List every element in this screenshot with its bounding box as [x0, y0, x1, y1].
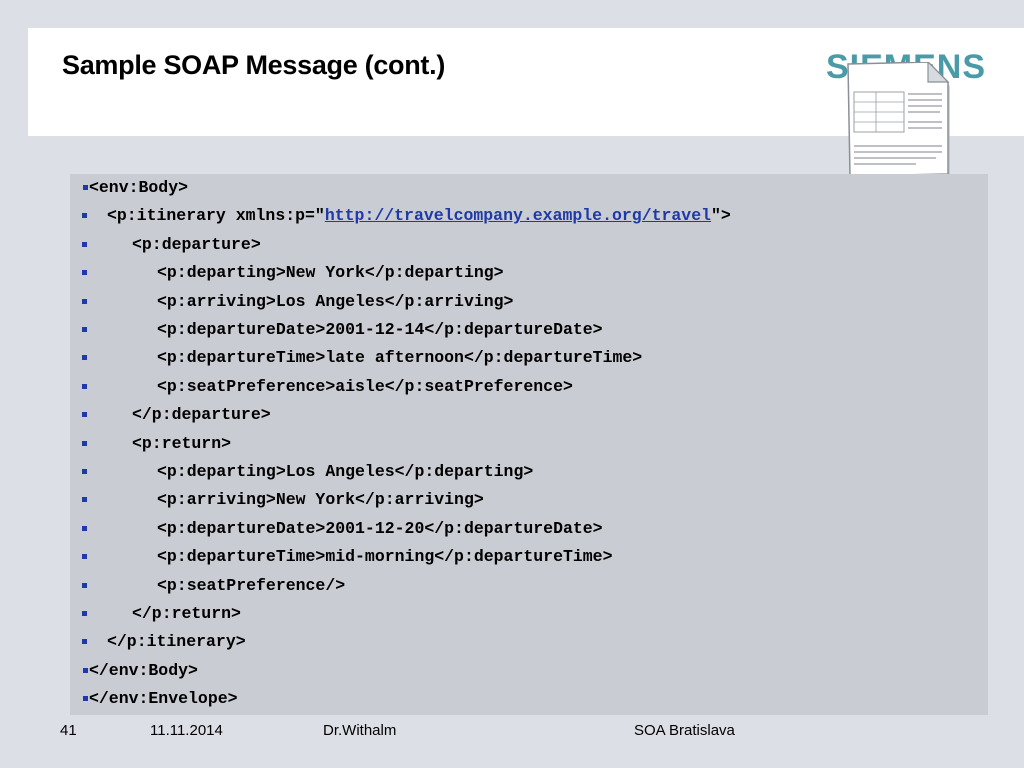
code-line-text: <p:departureDate>2001-12-20</p:departure… — [157, 518, 603, 538]
code-line: <p:departureDate>2001-12-14</p:departure… — [0, 316, 1024, 344]
code-line-text: <p:itinerary xmlns:p="http://travelcompa… — [107, 202, 731, 230]
code-line: </env:Envelope> — [0, 685, 1024, 713]
bullet-icon — [82, 469, 87, 474]
document-icon — [847, 62, 950, 180]
code-text-prefix: <p:itinerary xmlns:p=" — [107, 206, 325, 226]
bullet-icon — [82, 213, 87, 219]
code-line-text: <p:departure> — [132, 234, 261, 254]
code-line-text: <p:departureDate>2001-12-14</p:departure… — [157, 320, 603, 339]
code-line-text: <p:departureTime>mid-morning</p:departur… — [157, 547, 613, 567]
footer-date: 11.11.2014 — [150, 722, 223, 739]
bullet-icon — [82, 639, 87, 645]
code-line: <p:arriving>Los Angeles</p:arriving> — [0, 288, 1024, 316]
code-line: <p:departure> — [0, 231, 1024, 259]
code-line-text: </env:Body> — [89, 660, 198, 680]
code-line: <p:seatPreference>aisle</p:seatPreferenc… — [0, 373, 1024, 401]
bullet-icon — [82, 412, 87, 418]
bullet-icon — [82, 554, 87, 560]
code-line-text: <p:departing>New York</p:departing> — [157, 263, 504, 283]
code-line-text: </p:departure> — [132, 405, 271, 425]
code-text-suffix: "> — [711, 206, 731, 226]
bullet-icon — [82, 440, 87, 446]
bullet-icon — [82, 497, 87, 503]
bullet-icon — [82, 241, 87, 247]
code-line-text: <p:seatPreference/> — [157, 575, 346, 595]
bullet-icon — [82, 327, 87, 332]
page-number: 41 — [60, 722, 77, 739]
footer-author: Dr.Withalm — [323, 722, 397, 739]
code-line-text: <env:Body> — [89, 178, 189, 197]
code-line: <p:departing>New York</p:departing> — [0, 259, 1024, 287]
code-line: <env:Body> — [0, 174, 1024, 202]
code-line-text: <p:departureTime>late afternoon</p:depar… — [157, 348, 643, 368]
namespace-link[interactable]: http://travelcompany.example.org/travel — [325, 206, 711, 225]
bullet-icon — [82, 383, 87, 389]
code-line-text: <p:arriving>Los Angeles</p:arriving> — [157, 291, 514, 311]
code-line: <p:return> — [0, 430, 1024, 458]
code-line: <p:departureTime>late afternoon</p:depar… — [0, 344, 1024, 372]
bullet-icon — [83, 696, 88, 702]
code-line: </p:itinerary> — [0, 628, 1024, 656]
code-line-text: </p:itinerary> — [107, 632, 246, 652]
code-line: </env:Body> — [0, 657, 1024, 685]
code-line: <p:departureDate>2001-12-20</p:departure… — [0, 515, 1024, 543]
bullet-icon — [82, 298, 87, 304]
bullet-icon — [82, 611, 87, 616]
code-line-text: <p:return> — [132, 433, 232, 453]
code-line-text: <p:seatPreference>aisle</p:seatPreferenc… — [157, 376, 573, 396]
code-line: </p:departure> — [0, 401, 1024, 429]
bullet-icon — [82, 525, 87, 531]
bullet-icon — [83, 185, 88, 190]
code-line-text: <p:arriving>New York</p:arriving> — [157, 490, 484, 510]
code-line-text: </env:Envelope> — [89, 689, 238, 709]
code-line: <p:seatPreference/> — [0, 572, 1024, 600]
code-line: <p:departureTime>mid-morning</p:departur… — [0, 543, 1024, 571]
bullet-icon — [82, 270, 87, 276]
bullet-icon — [82, 355, 87, 361]
code-line: <p:itinerary xmlns:p="http://travelcompa… — [0, 202, 1024, 230]
slide-title: Sample SOAP Message (cont.) — [62, 50, 446, 80]
bullet-icon — [83, 667, 88, 673]
code-line: <p:arriving>New York</p:arriving> — [0, 486, 1024, 514]
code-line: </p:return> — [0, 600, 1024, 628]
bullet-icon — [82, 582, 87, 588]
code-line: <p:departing>Los Angeles</p:departing> — [0, 458, 1024, 486]
code-line-text: </p:return> — [132, 604, 241, 623]
footer-event: SOA Bratislava — [634, 722, 735, 739]
code-line-text: <p:departing>Los Angeles</p:departing> — [157, 462, 534, 481]
